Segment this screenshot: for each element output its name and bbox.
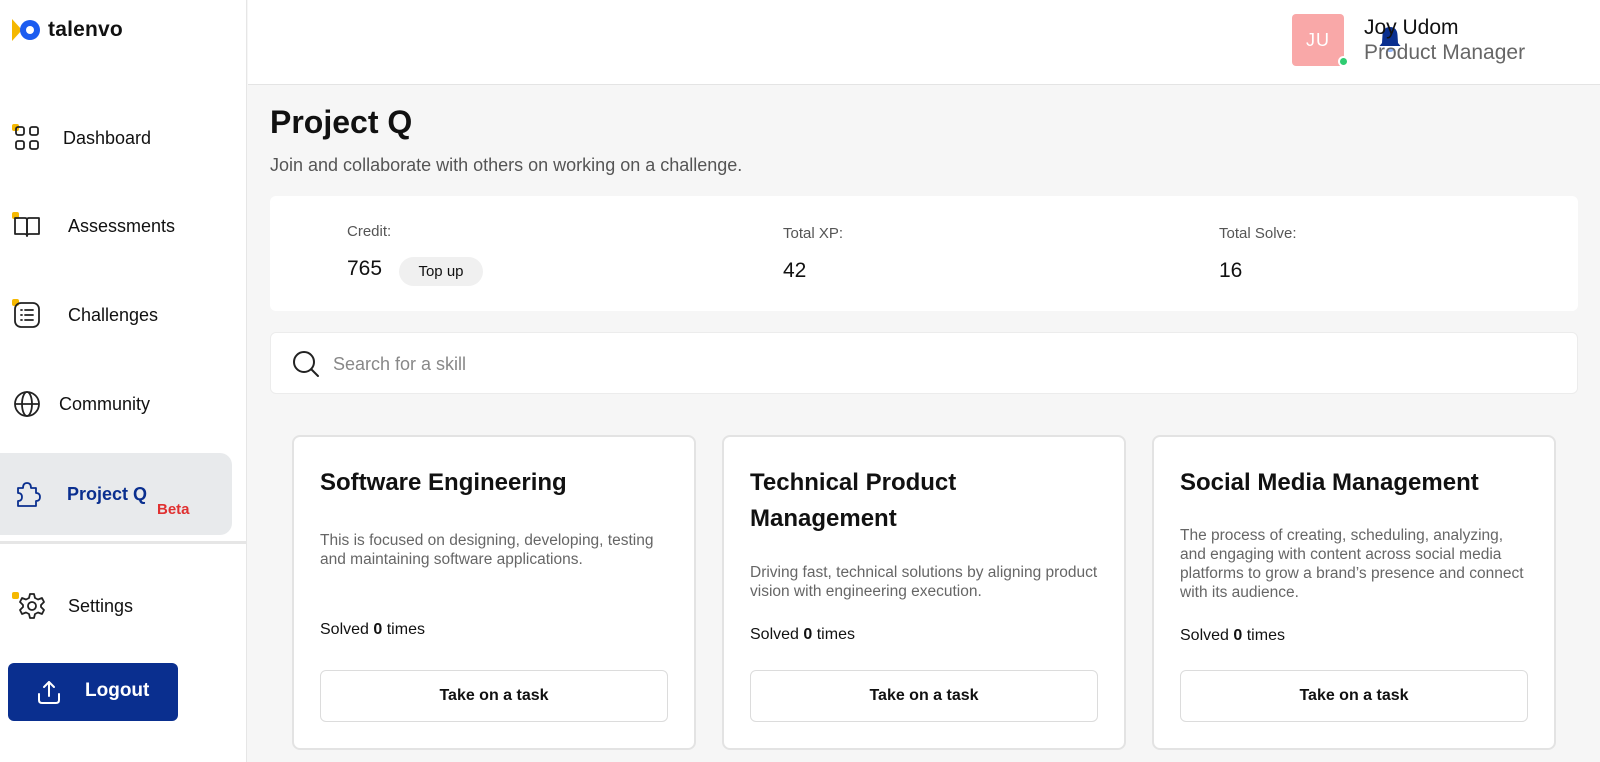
total-solve-value: 16	[1219, 259, 1243, 282]
list-icon	[14, 302, 40, 328]
sidebar-item-challenges[interactable]: Challenges	[0, 274, 232, 356]
beta-badge: Beta	[157, 501, 190, 518]
solved-number: 0	[373, 621, 383, 638]
total-xp-value: 42	[783, 259, 807, 282]
card-description: This is focused on designing, developing…	[320, 532, 654, 568]
skill-card-social-media-management: Social Media Management The process of c…	[1152, 435, 1556, 750]
user-name: Joy Udom	[1364, 16, 1459, 39]
grid-icon	[15, 126, 39, 150]
card-title: Technical Product Management	[750, 469, 957, 532]
solved-prefix: Solved	[750, 626, 799, 643]
sidebar-item-label: Challenges	[68, 305, 159, 325]
solved-number: 0	[1233, 627, 1243, 644]
sidebar-item-label: Settings	[68, 596, 134, 616]
solved-suffix: times	[1246, 627, 1285, 644]
talenvo-logo-icon	[12, 19, 40, 41]
total-xp-label: Total XP:	[783, 225, 844, 242]
credit-value: 765	[347, 257, 383, 280]
page-title: Project Q	[270, 104, 413, 140]
take-on-task-button[interactable]: Take on a task	[750, 670, 1098, 722]
take-on-task-button[interactable]: Take on a task	[1180, 670, 1528, 722]
solved-suffix: times	[386, 621, 425, 638]
solved-suffix: times	[816, 626, 855, 643]
sidebar-item-assessments[interactable]: Assessments	[0, 185, 232, 267]
search-icon	[293, 351, 319, 377]
sidebar: talenvo Dashboard Assessments Challenges	[0, 0, 247, 762]
upload-icon	[38, 681, 60, 704]
sidebar-item-label: Assessments	[68, 216, 176, 236]
puzzle-icon	[17, 482, 41, 507]
sidebar-item-label: Project Q	[67, 484, 148, 504]
top-header: JU Joy Udom Product Manager	[248, 0, 1600, 85]
card-title: Software Engineering	[320, 469, 567, 496]
page-subtitle: Join and collaborate with others on work…	[270, 155, 743, 175]
stats-panel: Credit: 765 Top up Total XP: 42 Total So…	[270, 196, 1578, 311]
card-title: Social Media Management	[1180, 469, 1479, 496]
sidebar-item-label: Community	[59, 394, 151, 414]
credit-label: Credit:	[347, 223, 392, 240]
total-solve-label: Total Solve:	[1219, 225, 1297, 242]
card-description: Driving fast, technical solutions by ali…	[750, 564, 1098, 600]
card-solved-count: Solved 0 times	[320, 621, 425, 639]
globe-icon	[14, 391, 40, 417]
skill-search-bar[interactable]	[270, 332, 1578, 394]
avatar[interactable]: JU	[1292, 14, 1344, 66]
card-solved-count: Solved 0 times	[750, 626, 855, 644]
brand-name: talenvo	[48, 18, 123, 41]
solved-prefix: Solved	[1180, 627, 1229, 644]
card-description: The process of creating, scheduling, ana…	[1180, 527, 1524, 601]
sidebar-item-label: Dashboard	[63, 128, 152, 148]
user-role: Product Manager	[1364, 41, 1526, 64]
logout-button[interactable]: Logout	[8, 663, 178, 721]
sidebar-item-project-q[interactable]: Project Q Beta	[0, 453, 232, 535]
skill-card-software-engineering: Software Engineering This is focused on …	[292, 435, 696, 750]
solved-prefix: Solved	[320, 621, 369, 638]
logout-label: Logout	[85, 680, 150, 701]
card-solved-count: Solved 0 times	[1180, 627, 1285, 645]
top-up-button[interactable]: Top up	[399, 257, 483, 286]
online-status-dot	[1338, 56, 1349, 67]
solved-number: 0	[803, 626, 813, 643]
sidebar-item-dashboard[interactable]: Dashboard	[0, 97, 232, 179]
gear-icon	[19, 593, 45, 619]
brand-logo[interactable]: talenvo	[12, 17, 123, 43]
sidebar-item-community[interactable]: Community	[0, 363, 232, 445]
book-open-icon	[14, 217, 40, 237]
skill-card-technical-product-management: Technical Product Management Driving fas…	[722, 435, 1126, 750]
search-input[interactable]	[333, 346, 1553, 382]
sidebar-divider	[0, 541, 247, 544]
take-on-task-button[interactable]: Take on a task	[320, 670, 668, 722]
sidebar-item-settings[interactable]: Settings	[0, 565, 232, 647]
